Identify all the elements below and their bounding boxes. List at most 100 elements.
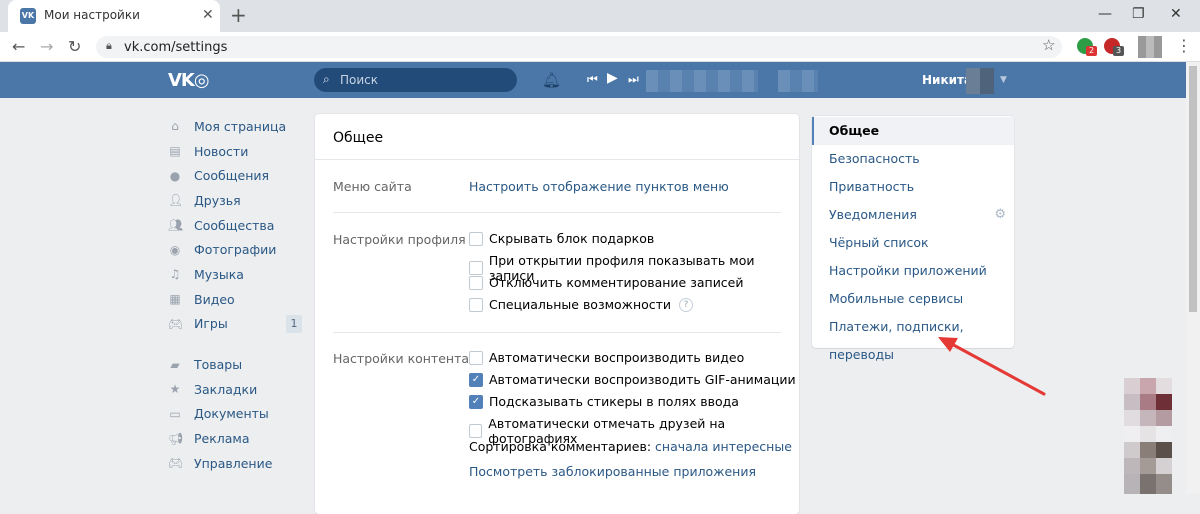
checkbox-suggest-stickers[interactable]: ✓ Подсказывать стикеры в полях ввода [469,394,739,409]
nav-label: Новости [194,143,249,159]
nav-item-music[interactable]: ♫ Музыка [168,262,304,287]
new-tab-icon[interactable]: + [230,3,247,27]
nav-label: Видео [194,291,235,307]
vk-logo-icon[interactable]: VK◎ [168,70,210,91]
checkbox-accessibility[interactable]: Специальные возможности? [469,297,694,312]
search-placeholder: Поиск [340,73,379,87]
nav-label: Фотографии [194,242,277,258]
menu-item-mobile-services[interactable]: Мобильные сервисы [812,285,1014,313]
blocked-apps-link[interactable]: Посмотреть заблокированные приложения [469,464,756,479]
nav-item-ads[interactable]: 📢︎ Реклама [168,426,304,451]
checkbox-label: Отключить комментирование записей [489,275,744,290]
nav-item-news[interactable]: ▤ Новости [168,139,304,164]
checkbox-label: Автоматически воспроизводить видео [489,350,745,365]
profile-settings-label: Настройки профиля [333,232,466,247]
home-icon: ⌂ [171,119,179,134]
nav-item-documents[interactable]: ▭ Документы [168,402,304,427]
vk-header: VK◎ ⌕ Поиск 🔔︎ ⏮ ▶ ⏭ Никита ▼ [0,62,1186,98]
scrollbar-thumb[interactable] [1189,66,1197,312]
extension-badge: 3 [1113,46,1124,56]
user-name[interactable]: Никита [922,73,972,87]
checkbox-checked[interactable]: ✓ [469,394,483,409]
checkbox-autoplay-video[interactable]: Автоматически воспроизводить видео [469,350,744,365]
menu-item-privacy[interactable]: Приватность [812,173,1014,201]
browser-tab-bar: VK Мои настройки ✕ + — ❐ ✕ [0,0,1200,32]
nav-label: Сообщества [194,217,275,233]
nav-item-video[interactable]: ▦ Видео [168,287,304,312]
nav-item-photos[interactable]: ◉ Фотографии [168,237,304,262]
blurred-track-title [646,70,758,92]
checkbox-disable-comments[interactable]: Отключить комментирование записей [469,275,744,290]
divider [333,332,781,333]
previous-track-icon[interactable]: ⏮ [587,72,598,87]
settings-side-menu: Общее Безопасность Приватность Уведомлен… [812,116,1014,362]
browser-menu-icon[interactable]: ⋮ [1176,36,1192,55]
user-avatar[interactable] [966,68,994,94]
vk-favicon-icon: VK [20,8,36,24]
left-nav: ⌂ Моя страница ▤ Новости ● Сообщения 👤︎ Друз… [168,114,304,476]
menu-item-label: Уведомления [829,207,917,222]
menu-item-app-settings[interactable]: Настройки приложений [812,257,1014,285]
checkbox[interactable] [469,231,483,246]
document-icon: ▭ [169,406,181,421]
url-text: vk.com/settings [124,40,228,55]
nav-item-my-page[interactable]: ⌂ Моя страница [168,114,304,139]
checkbox[interactable] [469,350,483,365]
checkbox[interactable] [469,424,483,438]
nav-item-messages[interactable]: ● Сообщения [168,163,304,188]
nav-item-manage[interactable]: 🎮︎ Управление [168,451,304,476]
checkbox[interactable] [469,261,483,275]
gamepad-icon: 🎮︎ [168,456,184,471]
annotation-arrow-icon [938,337,1046,396]
chevron-down-icon[interactable]: ▼ [1000,75,1007,85]
browser-tab[interactable]: VK Мои настройки ✕ [8,0,220,32]
play-icon[interactable]: ▶ [607,70,618,86]
news-icon: ▤ [169,144,181,159]
megaphone-icon: 📢︎ [168,431,184,446]
nav-label: Друзья [194,192,241,208]
menu-item-notifications[interactable]: Уведомления ⚙ [812,201,1014,229]
url-field[interactable]: 🔒︎ vk.com/settings [96,36,1062,58]
checkbox[interactable] [469,275,483,290]
nav-label: Закладки [194,381,258,397]
menu-item-security[interactable]: Безопасность [812,145,1014,173]
nav-item-games[interactable]: 🎮︎ Игры 1 [168,312,304,337]
checkbox[interactable] [469,297,483,312]
nav-item-bookmarks[interactable]: ★ Закладки [168,377,304,402]
sort-value-link[interactable]: сначала интересные [655,439,792,454]
menu-item-general[interactable]: Общее [812,117,1014,145]
bookmark-star-icon[interactable]: ☆ [1042,36,1055,54]
pixelated-ad-image [1124,378,1172,494]
window-close-icon[interactable]: ✕ [1170,6,1182,22]
checkbox-label: Автоматически воспроизводить GIF-анимаци… [489,372,796,387]
profile-avatar[interactable] [1138,36,1162,58]
checkbox-autoplay-gif[interactable]: ✓ Автоматически воспроизводить GIF-анимац… [469,372,796,387]
tab-close-icon[interactable]: ✕ [202,7,214,23]
divider [333,212,781,213]
site-menu-link[interactable]: Настроить отображение пунктов меню [469,179,729,194]
tab-title: Мои настройки [44,8,140,22]
notifications-bell-icon[interactable]: 🔔︎ [542,71,561,89]
minimize-icon[interactable]: — [1098,6,1112,22]
reload-icon[interactable]: ↻ [68,37,81,56]
checkbox-label: Подсказывать стикеры в полях ввода [489,394,739,409]
address-bar: ← → ↻ 🔒︎ vk.com/settings ☆ 2 3 ⋮ [0,32,1200,62]
checkbox-hide-gifts[interactable]: Скрывать блок подарков [469,231,654,246]
bag-icon: ▰ [170,357,180,372]
page-title: Общее [333,130,384,146]
nav-item-goods[interactable]: ▰ Товары [168,352,304,377]
search-input[interactable]: ⌕ Поиск [314,68,517,92]
forward-icon[interactable]: → [40,37,53,56]
help-icon[interactable]: ? [679,297,694,312]
gear-icon[interactable]: ⚙ [994,201,1006,229]
nav-item-friends[interactable]: 👤︎ Друзья [168,188,304,213]
video-icon: ▦ [169,292,181,307]
checkbox-label: Специальные возможности [489,297,672,312]
next-track-icon[interactable]: ⏭ [628,72,639,87]
page-scrollbar[interactable] [1186,62,1200,494]
menu-item-blacklist[interactable]: Чёрный список [812,229,1014,257]
restore-icon[interactable]: ❐ [1132,6,1145,22]
checkbox-checked[interactable]: ✓ [469,372,483,387]
back-icon[interactable]: ← [12,37,25,56]
nav-item-groups[interactable]: 👥︎ Сообщества [168,213,304,238]
